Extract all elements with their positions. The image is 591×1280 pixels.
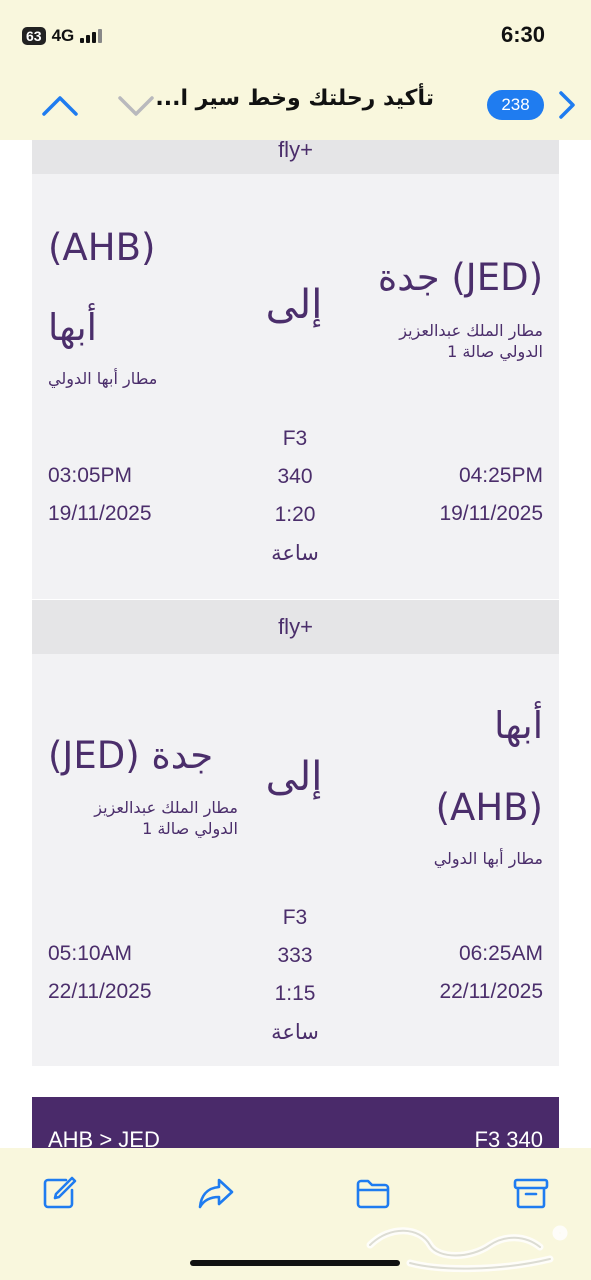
flight-number: 333 [277, 944, 313, 967]
signal-icon [80, 29, 103, 43]
flight-card: (JED) جدة مطار الملك عبدالعزيز الدولي صا… [32, 174, 559, 599]
flight-card: أبها (AHB) مطار أبها الدولي إلى (JED) جد… [32, 654, 559, 1066]
departure-city: أبها [494, 704, 543, 747]
flight-info: F3 340 1:20 ساعة [245, 420, 345, 572]
status-bar: 63 4G 6:30 [0, 0, 591, 72]
haraj-watermark-logo [366, 1225, 568, 1273]
arrival-code: (AHB) [48, 226, 156, 269]
home-indicator [190, 1260, 400, 1266]
carrier-code: F3 [282, 427, 308, 450]
chevron-down-icon[interactable] [116, 90, 156, 120]
mail-nav-bar: تأكيد رحلتك وخط سير ا... 238 [0, 72, 591, 140]
network-label: 4G [51, 26, 75, 45]
folder-icon[interactable] [355, 1176, 391, 1210]
flight-info: F3 333 1:15 ساعة [245, 899, 345, 1051]
chevron-up-icon[interactable] [40, 90, 80, 120]
battery-indicator: 63 [22, 27, 46, 45]
forward-icon[interactable] [198, 1176, 234, 1210]
arrival-time: 05:10AM [48, 942, 133, 965]
arrival-time: 03:05PM [48, 464, 133, 487]
unread-count-badge[interactable]: 238 [487, 90, 544, 120]
departure-code: (AHB) [435, 786, 543, 829]
departure-city: (JED) جدة [377, 256, 543, 299]
departure-airport: مطار الملك عبدالعزيز الدولي صالة 1 [399, 321, 543, 361]
clock: 6:30 [500, 22, 545, 47]
arrival-airport: مطار أبها الدولي [48, 369, 158, 388]
duration: 1:20 [274, 503, 316, 526]
chevron-right-icon[interactable] [553, 88, 579, 122]
departure-date: 19/11/2025 [439, 502, 543, 525]
to-label: إلى [265, 754, 323, 800]
departure-time: 06:25AM [458, 942, 543, 965]
arrival-date: 22/11/2025 [48, 980, 152, 1003]
email-subject: تأكيد رحلتك وخط سير ا... [155, 86, 434, 111]
arrival-airport: مطار الملك عبدالعزيز الدولي صالة 1 [94, 798, 238, 838]
airline-band: fly+ [32, 600, 559, 654]
duration: 1:15 [274, 982, 316, 1005]
duration-unit: ساعة [271, 1020, 319, 1044]
compose-icon[interactable] [42, 1176, 78, 1210]
carrier-code: F3 [282, 906, 308, 929]
arrival-city: أبها [48, 306, 97, 349]
duration-unit: ساعة [271, 541, 319, 565]
archive-icon[interactable] [513, 1176, 549, 1210]
departure-airport: مطار أبها الدولي [433, 849, 543, 868]
departure-date: 22/11/2025 [439, 980, 543, 1003]
arrival-city: (JED) جدة [48, 734, 214, 777]
departure-time: 04:25PM [458, 464, 543, 487]
airline-band: fly+ [32, 139, 559, 174]
to-label: إلى [265, 282, 323, 328]
status-left: 63 4G [22, 26, 103, 46]
arrival-date: 19/11/2025 [48, 502, 152, 525]
flight-number: 340 [277, 465, 313, 488]
